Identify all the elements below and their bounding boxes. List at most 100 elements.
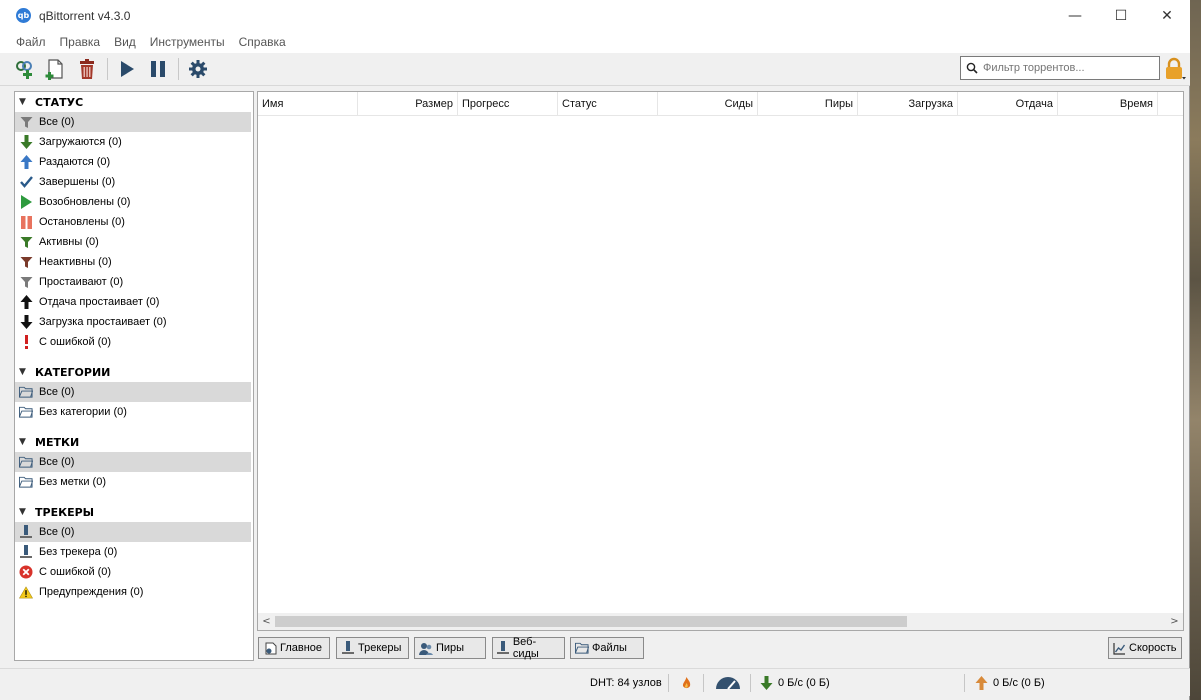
tab-files[interactable]: Файлы xyxy=(570,637,644,659)
status-stalled-uploading[interactable]: Отдача простаивает (0) xyxy=(15,292,253,312)
toolbar-separator xyxy=(107,58,108,80)
menu-view[interactable]: Вид xyxy=(107,35,143,49)
resume-button[interactable] xyxy=(114,56,140,82)
arrow-up-black-icon xyxy=(19,295,33,309)
menu-help[interactable]: Справка xyxy=(232,35,293,49)
tab-label: Файлы xyxy=(592,642,627,654)
status-all[interactable]: Все (0) xyxy=(15,112,251,132)
column-header-progress[interactable]: Прогресс xyxy=(458,92,558,116)
sidebar-item-label: Раздаются (0) xyxy=(39,156,111,168)
section-title: КАТЕГОРИИ xyxy=(35,365,111,379)
folder-icon xyxy=(19,475,33,489)
chevron-down-icon: ▼ xyxy=(19,367,26,377)
sidebar-item-label: Все (0) xyxy=(39,456,75,468)
status-completed[interactable]: Завершены (0) xyxy=(15,172,253,192)
column-header-size[interactable]: Размер xyxy=(358,92,458,116)
tab-speed[interactable]: Скорость xyxy=(1108,637,1182,659)
category-uncategorized[interactable]: Без категории (0) xyxy=(15,402,253,422)
section-title: МЕТКИ xyxy=(35,435,80,449)
column-header-download-speed[interactable]: Загрузка xyxy=(858,92,958,116)
options-button[interactable] xyxy=(185,56,211,82)
tab-peers[interactable]: Пиры xyxy=(414,637,486,659)
tracker-error[interactable]: С ошибкой (0) xyxy=(15,562,253,582)
exclamation-icon xyxy=(19,335,33,349)
pause-button[interactable] xyxy=(145,56,171,82)
status-seeding[interactable]: Раздаются (0) xyxy=(15,152,253,172)
properties-tabs: Главное Трекеры Пиры Веб-сиды Файлы Скор… xyxy=(257,636,1184,661)
toolbar xyxy=(0,53,1190,86)
column-header-peers[interactable]: Пиры xyxy=(758,92,858,116)
menu-tools[interactable]: Инструменты xyxy=(143,35,232,49)
close-button[interactable]: ✕ xyxy=(1144,0,1190,31)
tab-general[interactable]: Главное xyxy=(258,637,330,659)
lock-button[interactable] xyxy=(1163,56,1187,82)
error-circle-icon xyxy=(19,565,33,579)
alternative-speed-button[interactable] xyxy=(715,669,741,697)
tracker-trackerless[interactable]: Без трекера (0) xyxy=(15,542,253,562)
upload-speed-status[interactable]: 0 Б/с (0 Б) xyxy=(975,669,1045,697)
section-title: ТРЕКЕРЫ xyxy=(35,505,95,519)
column-header-status[interactable]: Статус xyxy=(558,92,658,116)
tag-all[interactable]: Все (0) xyxy=(15,452,251,472)
tracker-all[interactable]: Все (0) xyxy=(15,522,251,542)
download-speed-status[interactable]: 0 Б/с (0 Б) xyxy=(760,669,830,697)
tab-web-seeds[interactable]: Веб-сиды xyxy=(492,636,565,660)
column-header-upload-speed[interactable]: Отдача xyxy=(958,92,1058,116)
column-header-name[interactable]: Имя xyxy=(258,92,358,116)
torrent-filter-field[interactable] xyxy=(960,56,1160,80)
toolbar-separator xyxy=(178,58,179,80)
folder-icon xyxy=(19,405,33,419)
filter-sidebar: ▼ СТАТУС Все (0) Загружаются (0) Раздают… xyxy=(14,91,254,661)
add-torrent-link-button[interactable] xyxy=(12,56,38,82)
arrow-down-black-icon xyxy=(19,315,33,329)
tracker-warning[interactable]: Предупреждения (0) xyxy=(15,582,253,602)
delete-torrent-button[interactable] xyxy=(74,56,100,82)
category-all[interactable]: Все (0) xyxy=(15,382,251,402)
filter-gray-icon xyxy=(19,115,33,129)
categories-section-header[interactable]: ▼ КАТЕГОРИИ xyxy=(15,362,253,382)
status-section-header[interactable]: ▼ СТАТУС xyxy=(15,92,253,112)
folder-icon xyxy=(19,455,33,469)
sidebar-item-label: Все (0) xyxy=(39,116,75,128)
tag-untagged[interactable]: Без метки (0) xyxy=(15,472,253,492)
menu-file[interactable]: Файл xyxy=(9,35,53,49)
arrow-up-orange-icon xyxy=(975,676,988,690)
minimize-button[interactable]: — xyxy=(1052,0,1098,31)
scrollbar-thumb[interactable] xyxy=(275,616,907,627)
add-torrent-file-button[interactable] xyxy=(43,56,69,82)
sidebar-item-label: Простаивают (0) xyxy=(39,276,124,288)
menu-edit[interactable]: Правка xyxy=(53,35,108,49)
sidebar-item-label: Завершены (0) xyxy=(39,176,116,188)
status-separator xyxy=(703,674,704,692)
column-header-eta[interactable]: Время xyxy=(1058,92,1158,116)
scroll-right-button[interactable]: > xyxy=(1166,613,1183,630)
horizontal-scrollbar[interactable]: < > xyxy=(258,613,1183,630)
sidebar-item-label: Предупреждения (0) xyxy=(39,586,144,598)
status-downloading[interactable]: Загружаются (0) xyxy=(15,132,253,152)
warning-icon xyxy=(19,585,33,599)
arrow-up-blue-icon xyxy=(19,155,33,169)
status-resumed[interactable]: Возобновлены (0) xyxy=(15,192,253,212)
tags-section-header[interactable]: ▼ МЕТКИ xyxy=(15,432,253,452)
search-input[interactable] xyxy=(983,62,1153,74)
status-active[interactable]: Активны (0) xyxy=(15,232,253,252)
trackers-section-header[interactable]: ▼ ТРЕКЕРЫ xyxy=(15,502,253,522)
tab-trackers[interactable]: Трекеры xyxy=(336,637,409,659)
status-stalled[interactable]: Простаивают (0) xyxy=(15,272,253,292)
chevron-down-icon: ▼ xyxy=(19,507,26,517)
status-separator xyxy=(750,674,751,692)
sidebar-item-label: Возобновлены (0) xyxy=(39,196,131,208)
status-stalled-downloading[interactable]: Загрузка простаивает (0) xyxy=(15,312,253,332)
maximize-button[interactable]: ☐ xyxy=(1098,0,1144,31)
status-errored[interactable]: С ошибкой (0) xyxy=(15,332,253,352)
column-header-seeds[interactable]: Сиды xyxy=(658,92,758,116)
dht-nodes-status: DHT: 84 узлов xyxy=(590,677,662,689)
peers-icon xyxy=(419,641,433,655)
tags-section: ▼ МЕТКИ Все (0) Без метки (0) xyxy=(15,432,253,492)
connection-status-button[interactable] xyxy=(681,669,692,697)
scrollbar-track[interactable] xyxy=(275,613,1166,630)
status-inactive[interactable]: Неактивны (0) xyxy=(15,252,253,272)
status-paused[interactable]: Остановлены (0) xyxy=(15,212,253,232)
files-icon xyxy=(575,641,589,655)
scroll-left-button[interactable]: < xyxy=(258,613,275,630)
